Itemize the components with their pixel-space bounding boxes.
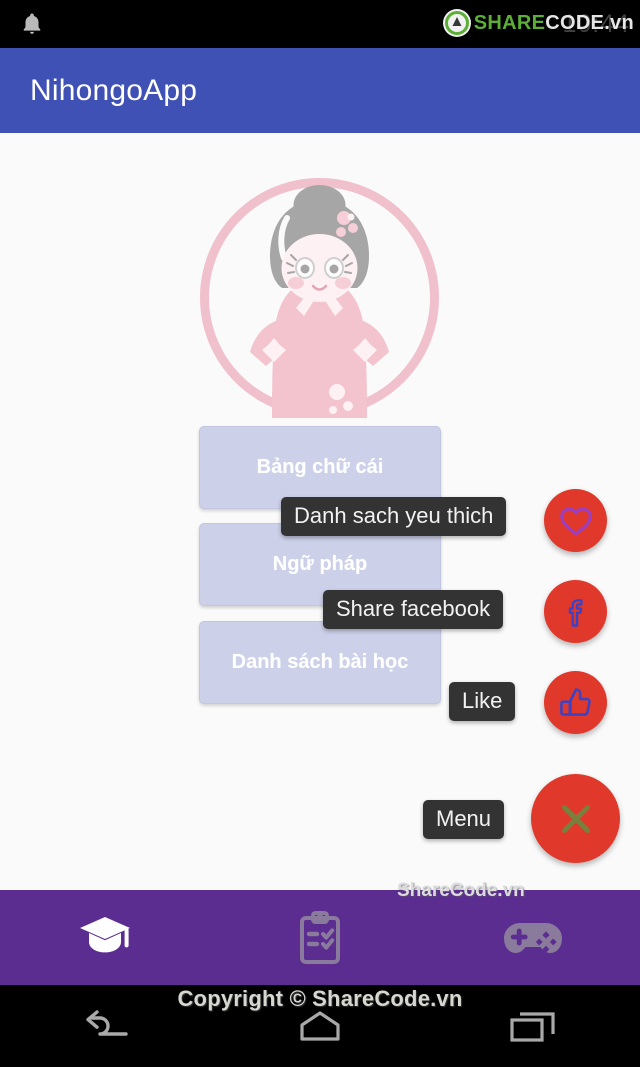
recents-icon: [510, 1012, 555, 1042]
sharecode-watermark-logo: SHARE CODE.vn: [442, 4, 634, 42]
page-title: NihongoApp: [30, 73, 198, 107]
graduation-cap-icon: [79, 916, 130, 952]
system-back-button[interactable]: [0, 1010, 213, 1042]
fab-favorite[interactable]: [544, 489, 607, 552]
status-bar: 10:44 SHARE CODE.vn: [0, 0, 640, 48]
watermark-share-text: SHARE: [473, 11, 546, 34]
facebook-icon: [568, 598, 583, 627]
notification-bell-icon: [23, 13, 41, 34]
copyright-watermark: Copyright © ShareCode.vn: [177, 986, 463, 1011]
fab-label-menu: Menu: [423, 800, 505, 840]
fab-menu-toggle[interactable]: [531, 774, 620, 863]
fab-label-favorite: Danh sach yeu thich: [281, 497, 507, 537]
system-recents-button[interactable]: [427, 1010, 640, 1042]
menu-button-label: Ngữ pháp: [272, 553, 368, 575]
menu-button-label: Bảng chữ cái: [256, 456, 384, 478]
app-bar: NihongoApp: [0, 48, 640, 133]
sharecode-logo-icon: [442, 9, 471, 37]
bottom-navigation-bar: ShareCode.vn: [0, 880, 640, 985]
watermark-code-text: CODE.vn: [545, 11, 634, 34]
fab-share-facebook[interactable]: [544, 580, 607, 643]
avatar: [200, 178, 439, 418]
app-screen: 10:44 SHARE CODE.vn NihongoApp Bảng chữ …: [0, 0, 640, 1067]
thumbs-up-icon: [559, 687, 591, 716]
system-home-button[interactable]: [213, 1011, 426, 1041]
back-icon: [85, 1010, 128, 1036]
fab-label-like: Like: [449, 682, 516, 722]
android-system-navigation-bar: Copyright © ShareCode.vn: [0, 985, 640, 1067]
bottom-nav-item-game[interactable]: [427, 890, 640, 985]
main-content: Bảng chữ cái Ngữ pháp Danh sách bài học …: [0, 133, 640, 905]
menu-button-label: Danh sách bài học: [231, 651, 409, 673]
fab-label-share: Share facebook: [323, 590, 504, 630]
home-icon: [300, 1011, 340, 1041]
bottom-nav-item-test[interactable]: [213, 890, 426, 985]
bottom-nav-item-learn[interactable]: [0, 890, 213, 985]
close-x-icon: [561, 804, 590, 833]
heart-icon: [559, 506, 592, 536]
fab-like[interactable]: [544, 671, 607, 734]
menu-button-lessons[interactable]: Danh sách bài học: [199, 621, 441, 704]
clipboard-checklist-icon: [299, 910, 340, 964]
gamepad-icon: [504, 922, 563, 953]
bottom-nav-watermark: ShareCode.vn: [397, 880, 525, 901]
